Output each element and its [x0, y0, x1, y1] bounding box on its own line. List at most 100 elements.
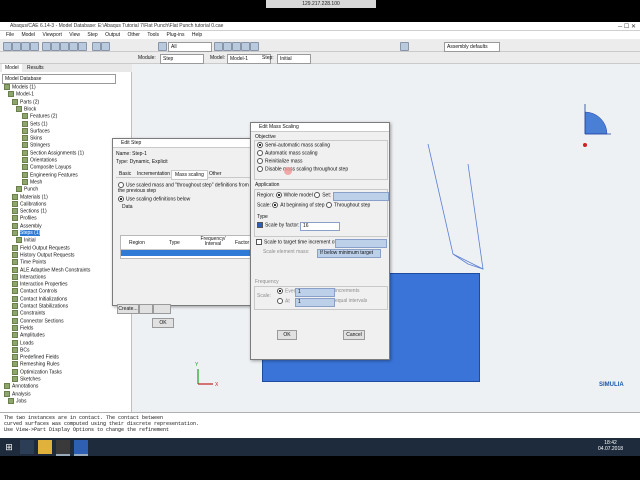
select-arrow-icon[interactable] — [158, 42, 167, 51]
auto-fit-icon[interactable] — [78, 42, 87, 51]
tree-item[interactable]: Profiles — [12, 215, 37, 222]
shaded-icon[interactable] — [241, 42, 250, 51]
menu-viewport[interactable]: Viewport — [42, 32, 61, 38]
hidden-icon[interactable] — [232, 42, 241, 51]
table-row[interactable] — [121, 250, 251, 256]
tree-item[interactable]: Analysis — [4, 390, 31, 398]
target-increment-field[interactable] — [335, 239, 387, 248]
tree-item[interactable]: Block — [16, 105, 36, 113]
menu-plugins[interactable]: Plug-ins — [166, 32, 184, 38]
rotate-icon[interactable] — [51, 42, 60, 51]
selection-filter[interactable]: All — [168, 42, 212, 52]
radio-at[interactable] — [277, 298, 283, 304]
save-icon[interactable] — [21, 42, 30, 51]
query-icon[interactable] — [101, 42, 110, 51]
search-icon[interactable] — [20, 440, 34, 454]
tree-item[interactable]: Contact Controls — [12, 288, 57, 295]
tab-mass-scaling[interactable]: Mass scaling — [171, 170, 208, 180]
tab-basic[interactable]: Basic — [116, 170, 134, 178]
menu-model[interactable]: Model — [21, 32, 35, 38]
box-zoom-icon[interactable] — [69, 42, 78, 51]
tree-item[interactable]: Assembly — [12, 222, 42, 230]
print-icon[interactable] — [30, 42, 39, 51]
tree-item[interactable]: Models (1) — [4, 84, 36, 91]
tree-item[interactable]: Jobs — [8, 397, 27, 405]
mass-cancel-button[interactable]: Cancel — [343, 330, 365, 340]
remote-title[interactable]: 129.217.228.100 — [266, 0, 376, 8]
open-icon[interactable] — [12, 42, 21, 51]
window-controls[interactable]: ─ ☐ ✕ — [618, 23, 636, 30]
menu-file[interactable]: File — [6, 32, 14, 38]
radio-previous-step[interactable] — [118, 182, 124, 188]
set-field[interactable] — [333, 192, 389, 201]
radio-at-beginning[interactable] — [272, 202, 279, 208]
menu-view[interactable]: View — [69, 32, 80, 38]
tree-item[interactable]: Calibrations — [12, 200, 46, 208]
mesh-icon[interactable] — [250, 42, 259, 51]
tree-item[interactable]: History Output Requests — [12, 251, 74, 259]
radio-disable[interactable] — [257, 166, 263, 172]
tree-item[interactable]: Contact Stabilizations — [12, 303, 68, 310]
views-icon[interactable] — [92, 42, 101, 51]
radio-every[interactable] — [277, 288, 283, 294]
tree-item[interactable]: ALE Adaptive Mesh Constraints — [12, 266, 90, 274]
tab-other[interactable]: Other — [206, 170, 225, 178]
tree-item[interactable]: Remeshing Rules — [12, 361, 59, 368]
radio-semi-automatic[interactable] — [257, 142, 263, 148]
tree-item[interactable]: Initial — [16, 237, 36, 244]
tree-item[interactable]: Skins — [22, 135, 42, 142]
tree-item[interactable]: Model-1 — [8, 91, 34, 98]
color-mapping-select[interactable]: Assembly defaults — [444, 42, 500, 52]
pan-icon[interactable] — [42, 42, 51, 51]
tree-item[interactable]: Parts (2) — [12, 98, 39, 106]
tree-item[interactable]: Section Assignments (1) — [22, 149, 84, 157]
checkbox-scale-by-factor[interactable] — [257, 222, 263, 228]
tree-item[interactable]: Fields — [12, 324, 33, 332]
radio-throughout[interactable] — [325, 202, 332, 208]
radio-whole-model[interactable] — [275, 192, 282, 198]
zoom-icon[interactable] — [60, 42, 69, 51]
tree-item[interactable]: Stringers — [22, 142, 50, 149]
radio-set[interactable] — [314, 192, 321, 198]
tab-results[interactable]: Results — [24, 64, 47, 72]
tree-item[interactable]: Field Output Requests — [12, 244, 70, 252]
tree-item[interactable]: Engineering Features — [22, 171, 78, 179]
tree-item[interactable]: Punch — [16, 186, 38, 193]
menu-tools[interactable]: Tools — [147, 32, 159, 38]
create-button[interactable]: Create... — [117, 304, 139, 314]
tree-item[interactable]: Predefined Fields — [12, 354, 59, 361]
menu-help[interactable]: Help — [192, 32, 202, 38]
tree-item[interactable]: Composite Layups — [22, 164, 71, 171]
factor-field[interactable]: 16 — [300, 222, 340, 231]
step-select[interactable]: Initial — [277, 54, 311, 64]
tree-item[interactable]: Steps (1) — [12, 230, 41, 237]
radio-automatic[interactable] — [257, 150, 263, 156]
tree-item[interactable]: Optimization Tasks — [12, 368, 62, 376]
menu-step[interactable]: Step — [87, 32, 97, 38]
tree-item[interactable]: BCs — [12, 346, 29, 354]
step-ok-button[interactable]: OK — [152, 318, 174, 328]
tree-item[interactable]: Materials (1) — [12, 193, 48, 201]
tree-item[interactable]: Surfaces — [22, 127, 50, 135]
tab-model[interactable]: Model — [2, 64, 22, 72]
delete-row-button[interactable] — [153, 304, 171, 314]
tree-item[interactable]: Annotations — [4, 383, 38, 390]
tab-incrementation[interactable]: Incrementation — [134, 170, 173, 178]
render-icon[interactable] — [214, 42, 223, 51]
tree-item[interactable]: Features (2) — [22, 113, 57, 120]
terminal-icon[interactable] — [56, 440, 70, 456]
mass-ok-button[interactable]: OK — [277, 330, 297, 340]
tree-item[interactable]: Orientations — [22, 157, 57, 164]
tree-item[interactable]: Mesh — [22, 178, 42, 186]
tree-item[interactable]: Contact Initializations — [12, 295, 67, 303]
tree-header[interactable]: Model Database — [2, 74, 116, 84]
menu-output[interactable]: Output — [105, 32, 120, 38]
tree-item[interactable]: Interaction Properties — [12, 281, 68, 288]
start-icon[interactable]: ⊞ — [2, 440, 16, 454]
menu-other[interactable]: Other — [127, 32, 140, 38]
radio-reinitialize[interactable] — [257, 158, 263, 164]
tree-item[interactable]: Sketches — [12, 376, 41, 383]
element-mass-select[interactable]: If below minimum target — [317, 249, 381, 258]
tree-item[interactable]: Sections (1) — [12, 208, 47, 215]
tree-item[interactable]: Loads — [12, 339, 34, 347]
